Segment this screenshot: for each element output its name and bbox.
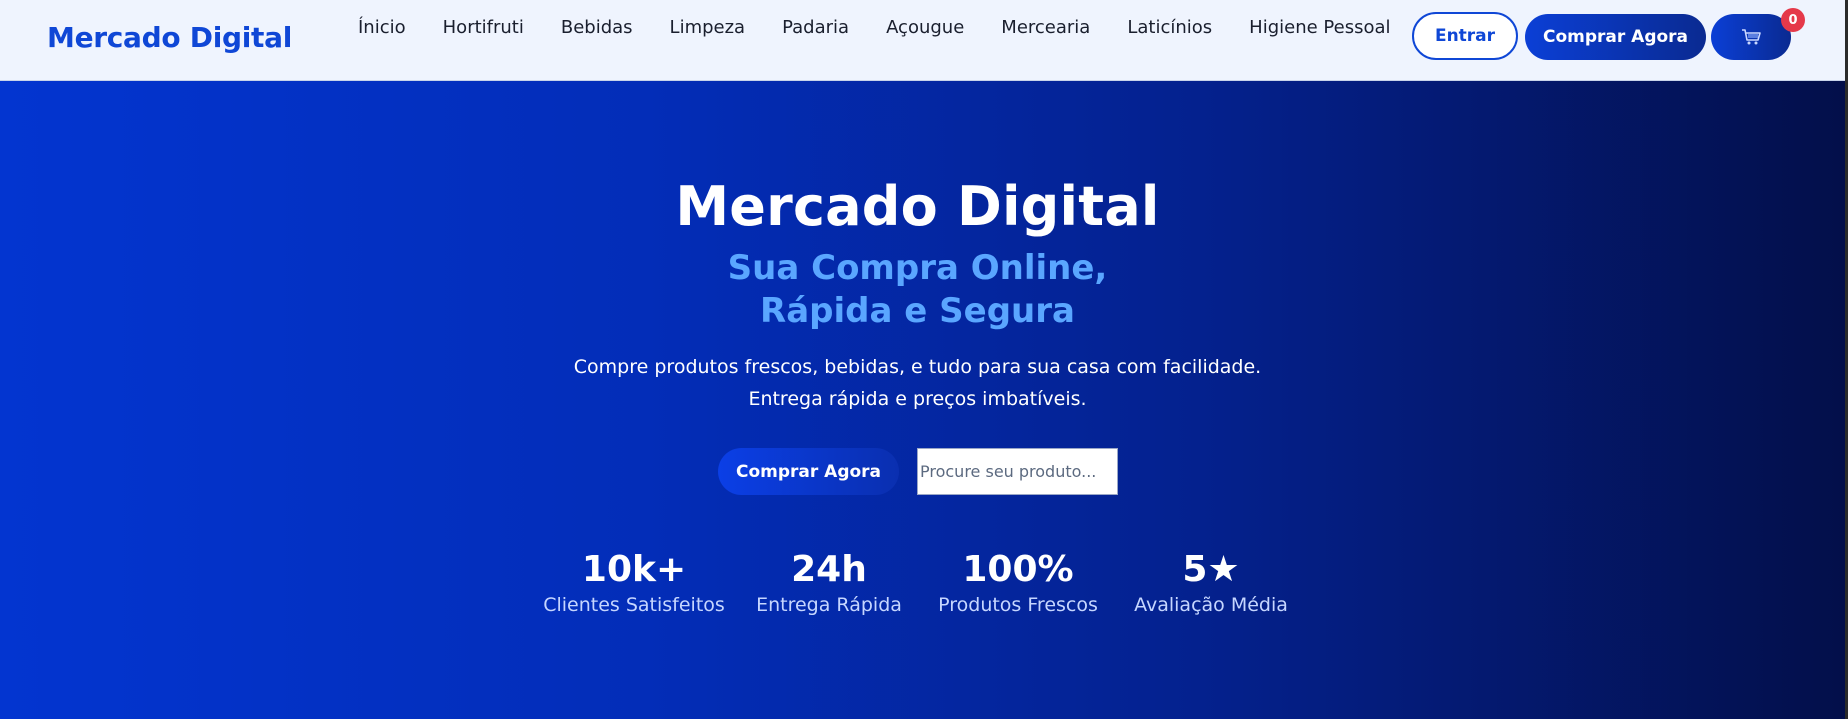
hero-buy-now-button[interactable]: Comprar Agora: [718, 448, 899, 495]
login-button[interactable]: Entrar: [1412, 12, 1518, 60]
shopping-cart-icon: [1742, 29, 1761, 45]
nav-item-higiene-pessoal[interactable]: Higiene Pessoal: [1249, 17, 1390, 38]
stat-rating: 5★ Avaliação Média: [1134, 549, 1288, 616]
nav-item-laticinios[interactable]: Laticínios: [1127, 17, 1212, 38]
stat-label: Avaliação Média: [1134, 594, 1288, 616]
cart-count-badge: 0: [1781, 8, 1805, 32]
hero-title: Mercado Digital: [675, 175, 1160, 238]
hero-description-line-2: Entrega rápida e preços imbatíveis.: [748, 388, 1087, 410]
stat-customers: 10k+ Clientes Satisfeitos: [543, 549, 725, 616]
top-navbar: Mercado Digital Ínicio Hortifruti Bebida…: [0, 0, 1845, 81]
stat-value: 5★: [1182, 549, 1240, 590]
nav-item-hortifruti[interactable]: Hortifruti: [443, 17, 524, 38]
stat-label: Produtos Frescos: [938, 594, 1098, 616]
product-search-input[interactable]: [917, 448, 1118, 495]
nav-item-padaria[interactable]: Padaria: [782, 17, 849, 38]
brand-logo[interactable]: Mercado Digital: [47, 21, 292, 54]
stat-label: Clientes Satisfeitos: [543, 594, 725, 616]
nav-menu: Ínicio Hortifruti Bebidas Limpeza Padari…: [358, 17, 1391, 38]
hero-section: Mercado Digital Sua Compra Online, Rápid…: [0, 81, 1845, 719]
cart-button[interactable]: [1711, 14, 1791, 60]
hero-description-line-1: Compre produtos frescos, bebidas, e tudo…: [573, 356, 1262, 378]
stat-value: 100%: [962, 549, 1074, 590]
hero-subtitle: Sua Compra Online, Rápida e Segura: [0, 247, 1835, 333]
hero-subtitle-line-1: Sua Compra Online,: [727, 248, 1108, 288]
buy-now-button[interactable]: Comprar Agora: [1525, 14, 1706, 60]
nav-item-inicio[interactable]: Ínicio: [358, 17, 406, 38]
hero-subtitle-line-2: Rápida e Segura: [760, 291, 1075, 331]
hero-description: Compre produtos frescos, bebidas, e tudo…: [0, 351, 1835, 415]
page: Mercado Digital Ínicio Hortifruti Bebida…: [0, 0, 1848, 719]
stat-fresh-products: 100% Produtos Frescos: [938, 549, 1098, 616]
stat-value: 24h: [791, 549, 867, 590]
stat-delivery: 24h Entrega Rápida: [756, 549, 902, 616]
nav-item-limpeza[interactable]: Limpeza: [670, 17, 746, 38]
nav-item-acougue[interactable]: Açougue: [886, 17, 964, 38]
stat-label: Entrega Rápida: [756, 594, 902, 616]
nav-item-bebidas[interactable]: Bebidas: [561, 17, 633, 38]
stat-value: 10k+: [581, 549, 687, 590]
nav-item-mercearia[interactable]: Mercearia: [1001, 17, 1090, 38]
